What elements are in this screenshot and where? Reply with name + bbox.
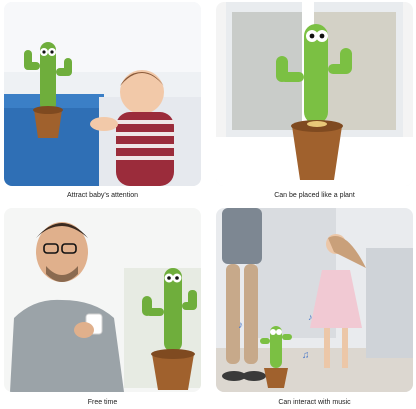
caption-free-time: Free time (87, 399, 118, 406)
photo-dancing-with-cactus: ♪ ♫ ♪ (216, 208, 413, 392)
svg-text:♪: ♪ (238, 320, 243, 331)
photo-man-with-coffee (4, 208, 201, 392)
photo-cactus-by-window (216, 2, 413, 186)
svg-text:♪: ♪ (308, 312, 313, 322)
caption-interact-music: Can interact with music (278, 399, 351, 406)
svg-text:♫: ♫ (302, 350, 310, 361)
photo-baby-with-cactus (4, 2, 201, 186)
caption-attract-baby: Attract baby's attention (67, 192, 138, 199)
caption-placed-like-plant: Can be placed like a plant (274, 192, 355, 199)
